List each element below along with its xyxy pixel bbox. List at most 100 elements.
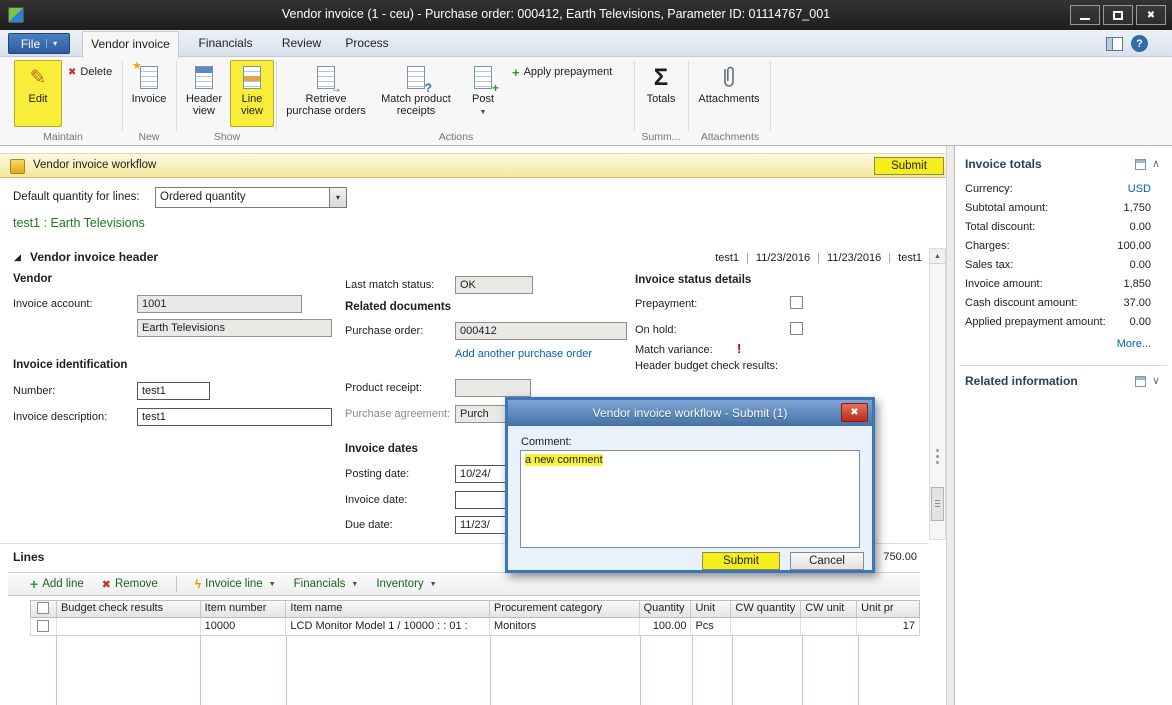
invoice-account-field[interactable]: 1001 (137, 295, 302, 313)
group-label-maintain: Maintain (8, 131, 118, 143)
financials-menu-button[interactable]: Financials ▼ (294, 578, 359, 590)
purchase-order-field[interactable]: 000412 (455, 322, 627, 340)
combo-dropdown-icon[interactable]: ▾ (329, 188, 346, 207)
lines-toolbar: + Add line ✖ Remove ϟ Invoice line ▼ Fin… (8, 572, 920, 596)
number-field[interactable]: test1 (137, 382, 210, 400)
invoice-totals-title: Invoice totals (965, 157, 1042, 171)
select-all-checkbox[interactable] (37, 602, 49, 614)
dialog-cancel-button[interactable]: Cancel (790, 552, 864, 570)
dialog-close-button[interactable]: ✖ (841, 403, 868, 422)
more-link[interactable]: More... (1117, 338, 1151, 350)
totals-row-currency: Currency: USD (965, 183, 1151, 195)
cell-budget-check[interactable] (57, 618, 201, 635)
default-quantity-select[interactable]: Ordered quantity ▾ (155, 187, 347, 208)
col-header-cw-unit[interactable]: CW unit (801, 601, 857, 617)
vendor-name-field[interactable]: Earth Televisions (137, 319, 332, 337)
workflow-submit-button[interactable]: Submit (874, 157, 944, 175)
question-icon: ? (425, 82, 432, 94)
separator: | (881, 252, 898, 264)
record-info-date2: 11/23/2016 (827, 252, 881, 264)
expand-icon[interactable]: ∨ (1152, 374, 1160, 387)
add-line-button[interactable]: + Add line (30, 576, 84, 592)
open-in-grid-icon[interactable] (1135, 376, 1146, 387)
cell-item-name[interactable]: LCD Monitor Model 1 / 10000 : : 01 : (286, 618, 490, 635)
application-window: Vendor invoice (1 - ceu) - Purchase orde… (0, 0, 1172, 705)
window-title: Vendor invoice (1 - ceu) - Purchase orde… (60, 7, 1052, 21)
last-match-field[interactable]: OK (455, 276, 533, 294)
col-header-item-number[interactable]: Item number (201, 601, 287, 617)
cell-cw-quantity[interactable] (731, 618, 801, 635)
scrollbar-thumb[interactable] (931, 487, 944, 521)
row-checkbox[interactable] (37, 620, 49, 632)
file-menu-button[interactable]: File ▾ (8, 33, 70, 54)
cell-cw-unit[interactable] (801, 618, 857, 635)
col-header-quantity[interactable]: Quantity (640, 601, 692, 617)
group-separator (688, 61, 689, 131)
row-checkbox-cell[interactable] (31, 618, 57, 635)
open-in-grid-icon[interactable] (1135, 159, 1146, 170)
vertical-scrollbar[interactable]: ▲ (929, 248, 946, 540)
invoice-account-label: Invoice account: (13, 298, 93, 310)
tab-vendor-invoice[interactable]: Vendor invoice (82, 31, 179, 58)
chevron-down-icon: ▼ (430, 581, 437, 588)
add-purchase-order-link[interactable]: Add another purchase order (455, 348, 592, 360)
ribbon: ✎ Edit ✖ Delete ★ Invoice Header view Li… (0, 57, 1172, 146)
delete-button[interactable]: ✖ Delete (64, 62, 116, 82)
cell-unit-price[interactable]: 17 (857, 618, 919, 635)
tab-financials[interactable]: Financials (186, 30, 265, 57)
edit-label: Edit (29, 93, 48, 105)
close-icon: ✖ (850, 407, 858, 418)
col-header-cw-quantity[interactable]: CW quantity (731, 601, 801, 617)
apply-prepayment-button[interactable]: + Apply prepayment (508, 62, 616, 82)
row-value: 1,750 (1123, 202, 1151, 214)
invoice-line-menu-button[interactable]: ϟ Invoice line ▼ (195, 577, 276, 591)
cell-quantity[interactable]: 100.00 (640, 618, 692, 635)
comment-textarea[interactable]: a new comment (520, 450, 860, 548)
on-hold-checkbox[interactable] (790, 322, 803, 335)
row-label: Cash discount amount: (965, 297, 1078, 309)
tab-process[interactable]: Process (337, 30, 397, 57)
product-receipt-field[interactable] (455, 379, 531, 397)
purchase-agreement-label: Purchase agreement: (345, 408, 450, 420)
totals-button[interactable]: Σ Totals (638, 60, 684, 127)
separator: | (810, 252, 827, 264)
col-header-unit-price[interactable]: Unit pr (857, 601, 919, 617)
col-header-budget-check[interactable]: Budget check results (57, 601, 201, 617)
help-icon[interactable]: ? (1131, 35, 1148, 52)
pane-splitter[interactable] (946, 146, 955, 705)
match-product-receipts-button[interactable]: ? Match product receipts (372, 60, 460, 127)
line-view-button[interactable]: Line view (230, 60, 274, 127)
default-quantity-value: Ordered quantity (160, 191, 246, 203)
retrieve-purchase-orders-button[interactable]: → Retrieve purchase orders (282, 60, 370, 127)
col-header-item-name[interactable]: Item name (286, 601, 490, 617)
post-button[interactable]: + Post ▼ (462, 60, 504, 127)
section-expander-icon[interactable]: ◢ (14, 252, 21, 263)
attachments-button[interactable]: Attachments (692, 60, 766, 127)
close-button[interactable]: ✖ (1136, 5, 1166, 25)
collapse-icon[interactable]: ∧ (1152, 157, 1160, 170)
scroll-up-button[interactable]: ▲ (930, 249, 945, 264)
dialog-submit-button[interactable]: Submit (702, 552, 780, 570)
cell-item-number[interactable]: 10000 (201, 618, 287, 635)
minimize-button[interactable] (1070, 5, 1100, 25)
edit-button[interactable]: ✎ Edit (14, 60, 62, 127)
group-label-new: New (126, 131, 172, 143)
remove-line-button[interactable]: ✖ Remove (102, 578, 158, 591)
col-header-procurement-category[interactable]: Procurement category (490, 601, 640, 617)
inventory-menu-button[interactable]: Inventory ▼ (376, 578, 436, 590)
record-heading: test1 : Earth Televisions (13, 216, 145, 230)
new-invoice-button[interactable]: ★ Invoice (126, 60, 172, 127)
cell-procurement-category[interactable]: Monitors (490, 618, 640, 635)
col-header-unit[interactable]: Unit (691, 601, 731, 617)
prepayment-checkbox[interactable] (790, 296, 803, 309)
currency-value-link[interactable]: USD (1128, 183, 1151, 195)
cell-unit[interactable]: Pcs (691, 618, 731, 635)
description-field[interactable]: test1 (137, 408, 332, 426)
layout-pane-icon[interactable] (1106, 37, 1123, 51)
maximize-button[interactable] (1103, 5, 1133, 25)
comment-label: Comment: (521, 436, 572, 448)
tab-review[interactable]: Review (272, 30, 331, 57)
plus-icon: + (512, 65, 520, 80)
header-view-button[interactable]: Header view (180, 60, 228, 127)
select-all-checkbox-cell[interactable] (31, 601, 57, 617)
